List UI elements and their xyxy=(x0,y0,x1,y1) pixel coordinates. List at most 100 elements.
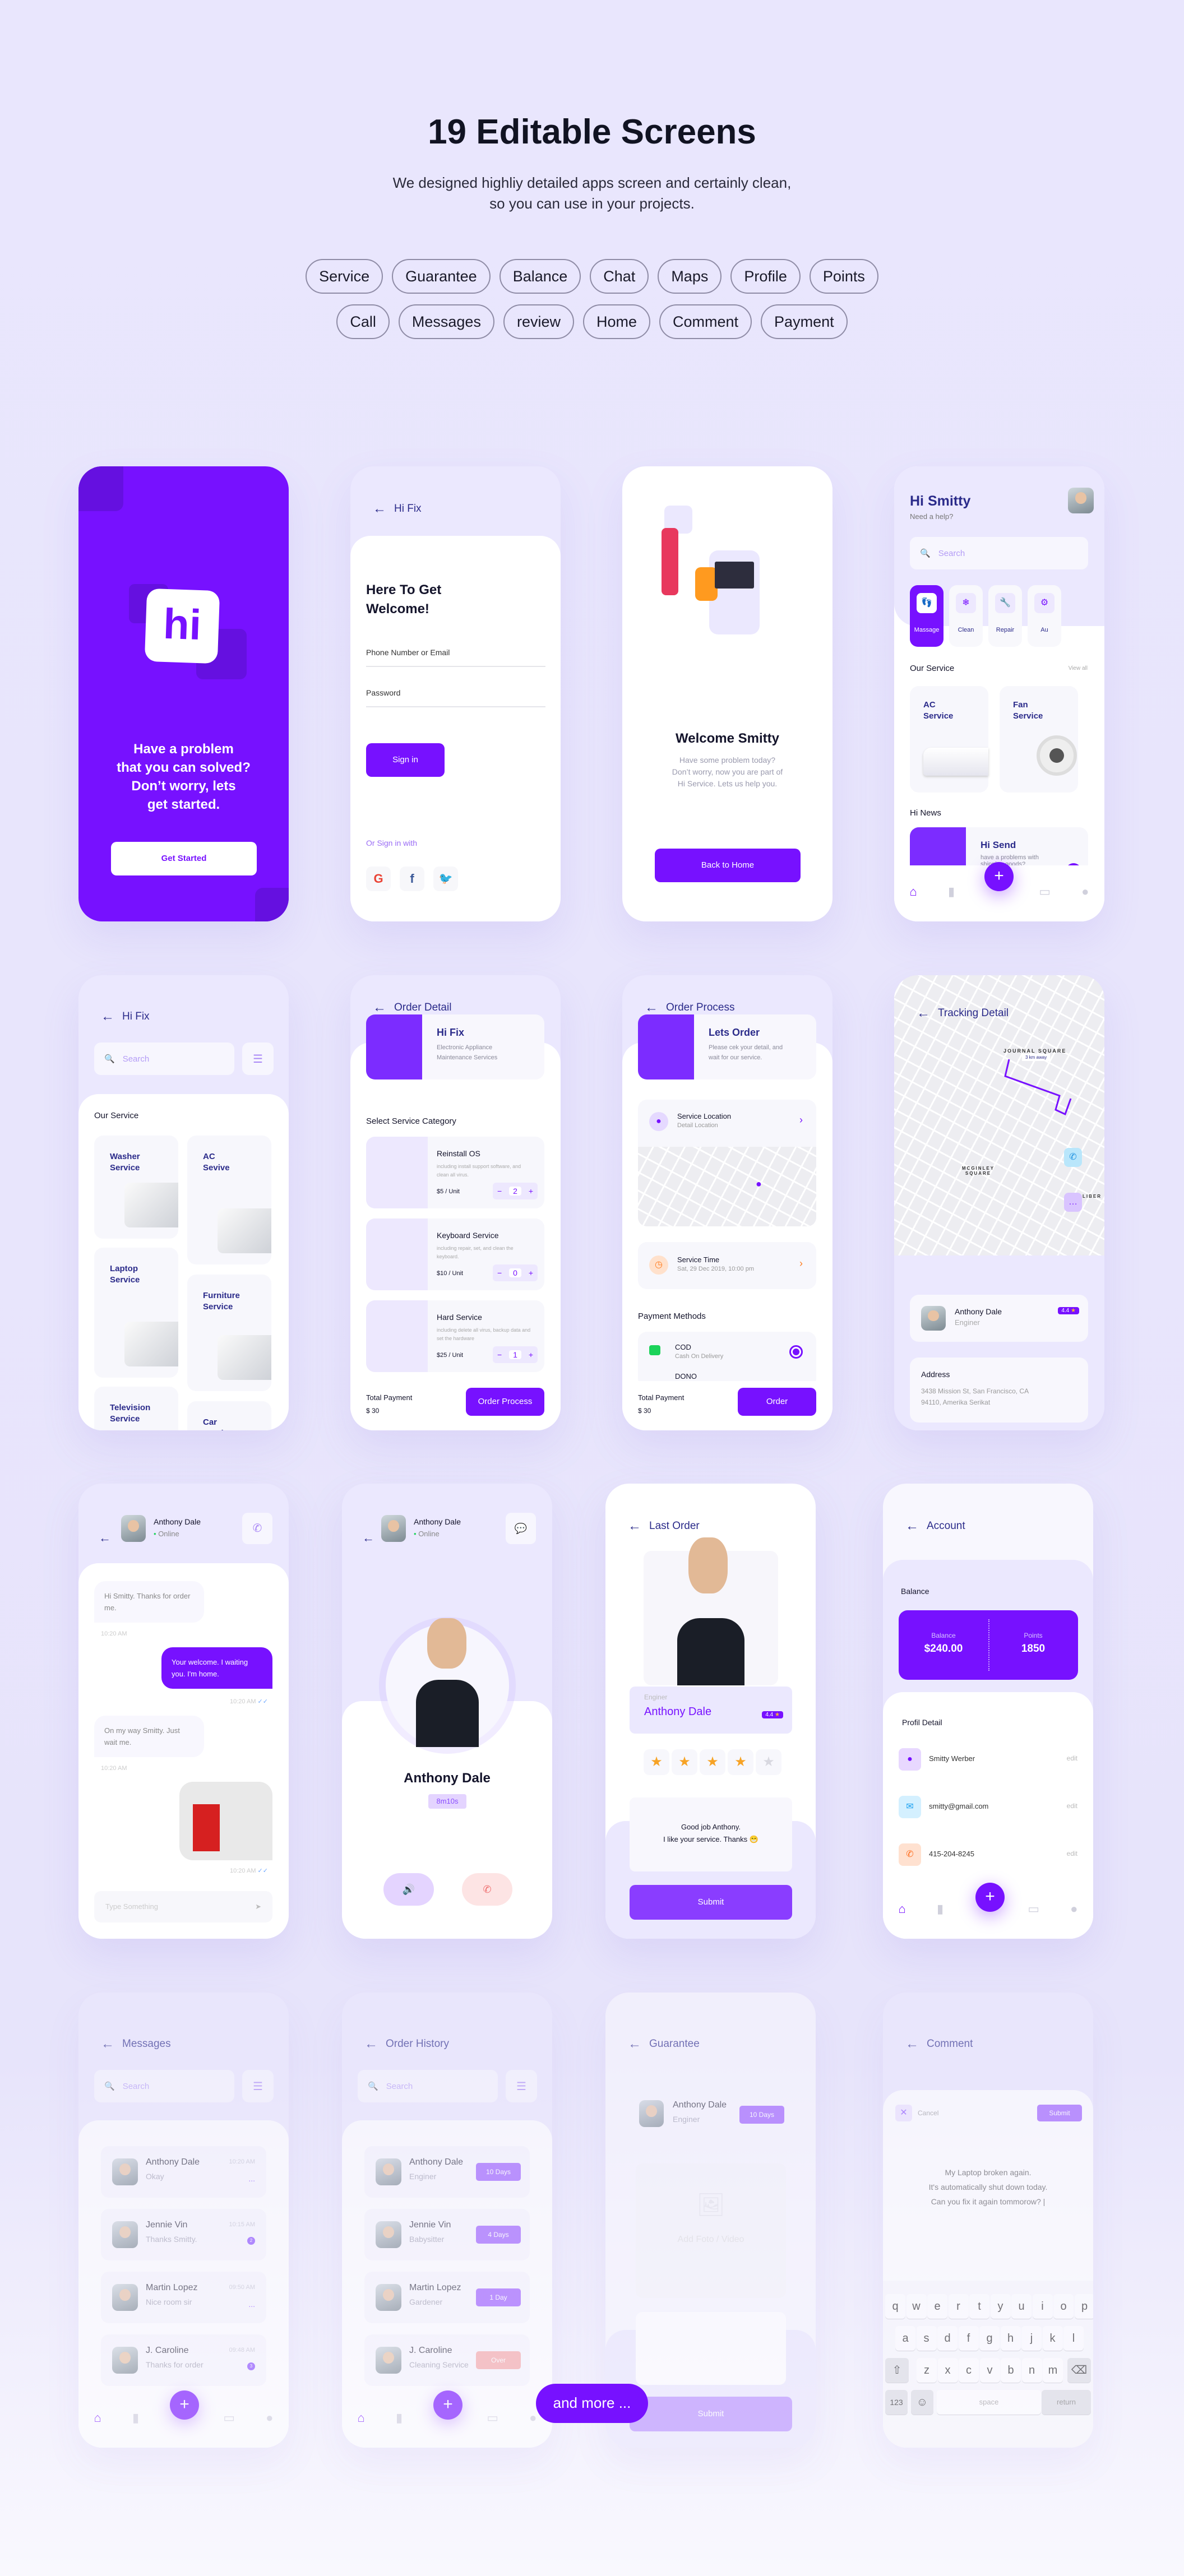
profile-icon[interactable]: ● xyxy=(1081,884,1089,899)
star-icon[interactable]: ★ xyxy=(672,1749,697,1775)
category-repair[interactable]: 🔧 Repair xyxy=(988,585,1022,647)
tag-chip[interactable]: Points xyxy=(809,259,878,294)
filter-icon[interactable]: ☰ xyxy=(242,2070,274,2102)
key-w[interactable]: w xyxy=(906,2294,927,2319)
service-item[interactable]: Reinstall OS including install support so… xyxy=(366,1137,544,1208)
avatar[interactable] xyxy=(1068,488,1094,513)
bookmark-icon[interactable]: ▮ xyxy=(937,1902,943,1916)
tag-chip[interactable]: Maps xyxy=(658,259,722,294)
chat-icon[interactable]: ▭ xyxy=(1028,1902,1039,1916)
key-i[interactable]: i xyxy=(1032,2294,1053,2319)
key-g[interactable]: g xyxy=(979,2326,1000,2351)
back-arrow-icon[interactable]: ← xyxy=(905,2036,919,2052)
back-arrow-icon[interactable]: ← xyxy=(101,1009,114,1025)
chat-icon[interactable]: ▭ xyxy=(487,2411,498,2425)
key-o[interactable]: o xyxy=(1053,2294,1074,2319)
star-icon[interactable]: ★ xyxy=(700,1749,725,1775)
key-n[interactable]: n xyxy=(1021,2358,1042,2383)
profile-icon[interactable]: ● xyxy=(1070,1902,1077,1916)
message-icon[interactable]: 💬 xyxy=(506,1513,536,1544)
plus-icon[interactable]: + xyxy=(529,1187,533,1196)
message-item[interactable]: Anthony Dale Okay 10:20 AM... xyxy=(101,2146,266,2198)
facebook-icon[interactable]: f xyxy=(400,867,424,891)
category-au[interactable]: ⚙ Au xyxy=(1028,585,1061,647)
submit-button[interactable]: Submit xyxy=(1037,2105,1082,2121)
home-icon[interactable]: ⌂ xyxy=(899,1902,906,1916)
phone-email-field[interactable]: Phone Number or Email xyxy=(366,648,545,667)
minus-icon[interactable]: − xyxy=(497,1350,502,1359)
key-r[interactable]: r xyxy=(948,2294,969,2319)
add-button[interactable]: + xyxy=(433,2390,462,2420)
engineer-card[interactable]: Anthony Dale Enginer 4.4 ★ xyxy=(910,1295,1088,1342)
home-icon[interactable]: ⌂ xyxy=(94,2411,101,2425)
message-item[interactable]: Martin Lopez Nice room sir 09:50 AM... xyxy=(101,2272,266,2323)
order-history-item[interactable]: J. Caroline Cleaning Service Over xyxy=(364,2334,530,2386)
numbers-key[interactable]: 123 xyxy=(885,2390,908,2415)
home-icon[interactable]: ⌂ xyxy=(910,884,917,899)
service-location-card[interactable]: ● Service Location Detail Location › ● xyxy=(638,1100,816,1226)
key-p[interactable]: p xyxy=(1074,2294,1093,2319)
and-more-button[interactable]: and more ... xyxy=(536,2384,648,2423)
add-button[interactable]: + xyxy=(975,1883,1005,1912)
tag-chip[interactable]: Call xyxy=(336,304,390,339)
bookmark-icon[interactable]: ▮ xyxy=(948,884,955,899)
key-v[interactable]: v xyxy=(979,2358,1000,2383)
space-key[interactable]: space xyxy=(937,2390,1041,2415)
back-arrow-icon[interactable]: ← xyxy=(628,1518,641,1534)
tag-chip[interactable]: review xyxy=(503,304,574,339)
star-icon[interactable]: ★ xyxy=(644,1749,669,1775)
message-input[interactable]: Type Something ➤ xyxy=(94,1891,272,1922)
filter-icon[interactable]: ☰ xyxy=(242,1043,274,1075)
filter-icon[interactable]: ☰ xyxy=(506,2070,537,2102)
minus-icon[interactable]: − xyxy=(497,1268,502,1277)
back-arrow-icon[interactable]: ← xyxy=(101,2036,114,2052)
service-time-card[interactable]: ◷ Service Time Sat, 29 Dec 2019, 10:00 p… xyxy=(638,1242,816,1289)
service-card-fan[interactable]: Fan Service xyxy=(1000,686,1078,793)
key-e[interactable]: e xyxy=(927,2294,947,2319)
edit-link[interactable]: edit xyxy=(1067,1754,1077,1762)
back-arrow-icon[interactable]: ← xyxy=(362,1531,374,1545)
search-input[interactable]: 🔍 Search xyxy=(94,2070,234,2102)
add-button[interactable]: + xyxy=(170,2390,199,2420)
key-s[interactable]: s xyxy=(916,2326,937,2351)
category-massage[interactable]: 👣 Massage xyxy=(910,585,943,647)
comment-text[interactable]: My Laptop broken again. It's automaticall… xyxy=(883,2165,1093,2209)
image-message[interactable] xyxy=(179,1782,272,1860)
minus-icon[interactable]: − xyxy=(497,1187,502,1196)
password-field[interactable]: Password xyxy=(366,688,545,707)
tag-chip[interactable]: Home xyxy=(582,304,651,339)
star-icon[interactable]: ★ xyxy=(728,1749,753,1775)
radio-cod[interactable] xyxy=(789,1345,803,1359)
key-x[interactable]: x xyxy=(937,2358,958,2383)
quantity-stepper[interactable]: −0 + xyxy=(493,1264,538,1281)
order-history-item[interactable]: Martin Lopez Gardener 1 Day xyxy=(364,2272,530,2323)
key-f[interactable]: f xyxy=(958,2326,979,2351)
add-media-area[interactable]: 🖼 Add Foto / Video xyxy=(636,2163,786,2298)
home-icon[interactable]: ⌂ xyxy=(358,2411,365,2425)
key-z[interactable]: z xyxy=(917,2358,937,2383)
order-process-button[interactable]: Order Process xyxy=(466,1388,544,1416)
star-icon[interactable]: ★ xyxy=(756,1749,781,1775)
service-item[interactable]: Hard Service including delete all virus, … xyxy=(366,1300,544,1372)
phone-icon[interactable]: ✆ xyxy=(242,1513,272,1544)
sign-in-button[interactable]: Sign in xyxy=(366,743,445,777)
plus-icon[interactable]: + xyxy=(529,1268,533,1277)
back-arrow-icon[interactable]: ← xyxy=(645,1000,658,1016)
tag-chip[interactable]: Comment xyxy=(659,304,752,339)
add-button[interactable]: + xyxy=(984,862,1014,891)
tag-chip[interactable]: Payment xyxy=(761,304,848,339)
submit-button[interactable]: Submit xyxy=(630,1885,792,1920)
key-d[interactable]: d xyxy=(937,2326,958,2351)
call-button[interactable]: ✆ xyxy=(1064,1148,1082,1167)
back-arrow-icon[interactable]: ← xyxy=(364,2036,378,2052)
bookmark-icon[interactable]: ▮ xyxy=(132,2411,139,2425)
service-card[interactable]: AC Sevive xyxy=(187,1136,271,1264)
key-q[interactable]: q xyxy=(885,2294,905,2319)
close-icon[interactable]: ✕ xyxy=(895,2105,912,2121)
message-item[interactable]: J. Caroline Thanks for order 09:48 AM 3 xyxy=(101,2334,266,2386)
google-icon[interactable]: G xyxy=(366,867,391,891)
service-card[interactable]: CarService xyxy=(187,1401,271,1430)
return-key[interactable]: return xyxy=(1042,2390,1091,2415)
key-l[interactable]: l xyxy=(1063,2326,1084,2351)
key-b[interactable]: b xyxy=(1001,2358,1021,2383)
